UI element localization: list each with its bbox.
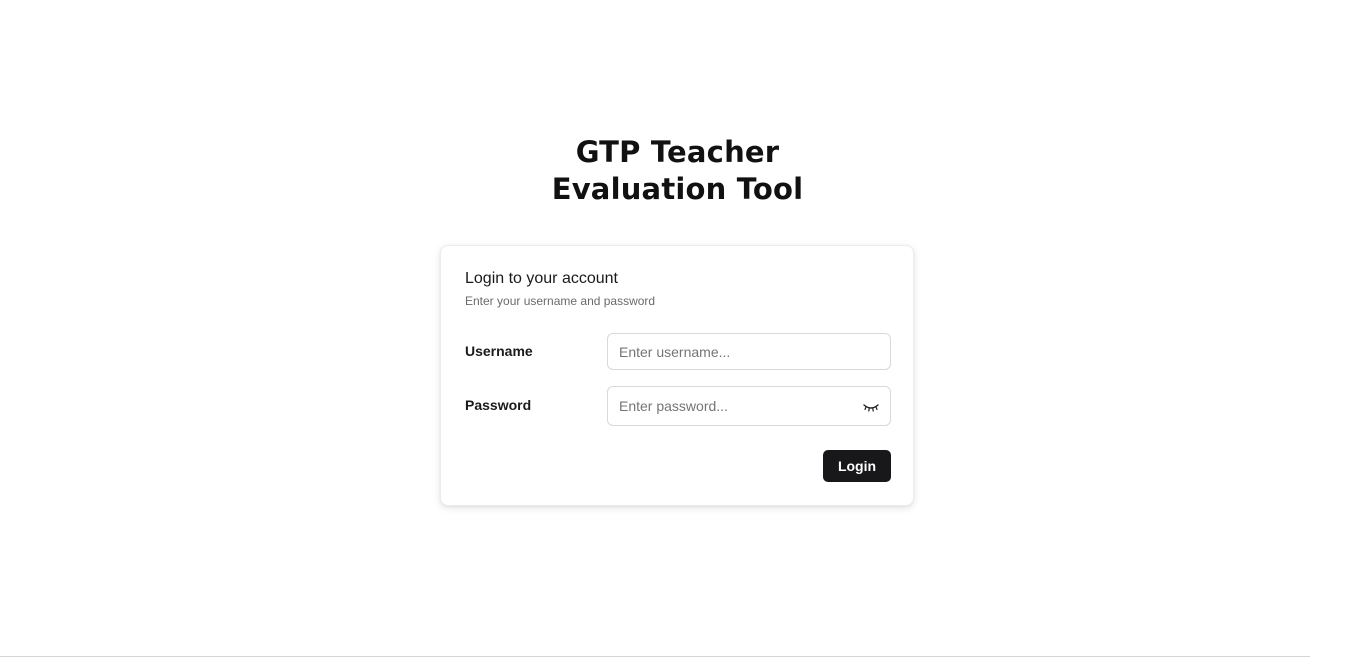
- app-title-line-2: Evaluation Tool: [551, 172, 804, 206]
- login-card: Login to your account Enter your usernam…: [440, 245, 914, 506]
- username-field: [607, 333, 891, 370]
- username-input[interactable]: [619, 334, 849, 369]
- card-title: Login to your account: [465, 270, 618, 287]
- password-label: Password: [465, 397, 532, 413]
- app-title: GTP Teacher Evaluation Tool: [0, 134, 1355, 208]
- password-field: [607, 386, 891, 426]
- password-input[interactable]: [619, 387, 849, 425]
- login-button[interactable]: Login: [823, 450, 891, 482]
- card-subtitle: Enter your username and password: [465, 294, 656, 308]
- username-label: Username: [465, 343, 533, 359]
- eye-closed-icon[interactable]: [862, 400, 880, 412]
- app-title-line-1: GTP Teacher: [575, 135, 780, 169]
- bottom-divider: [0, 656, 1310, 657]
